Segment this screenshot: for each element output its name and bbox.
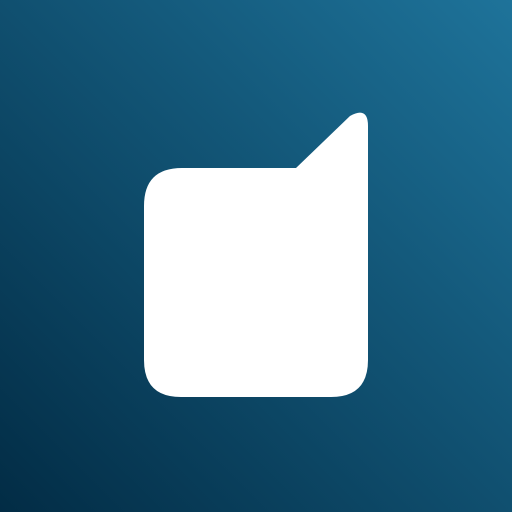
app-icon bbox=[0, 0, 512, 512]
app-icon-svg bbox=[0, 0, 512, 512]
